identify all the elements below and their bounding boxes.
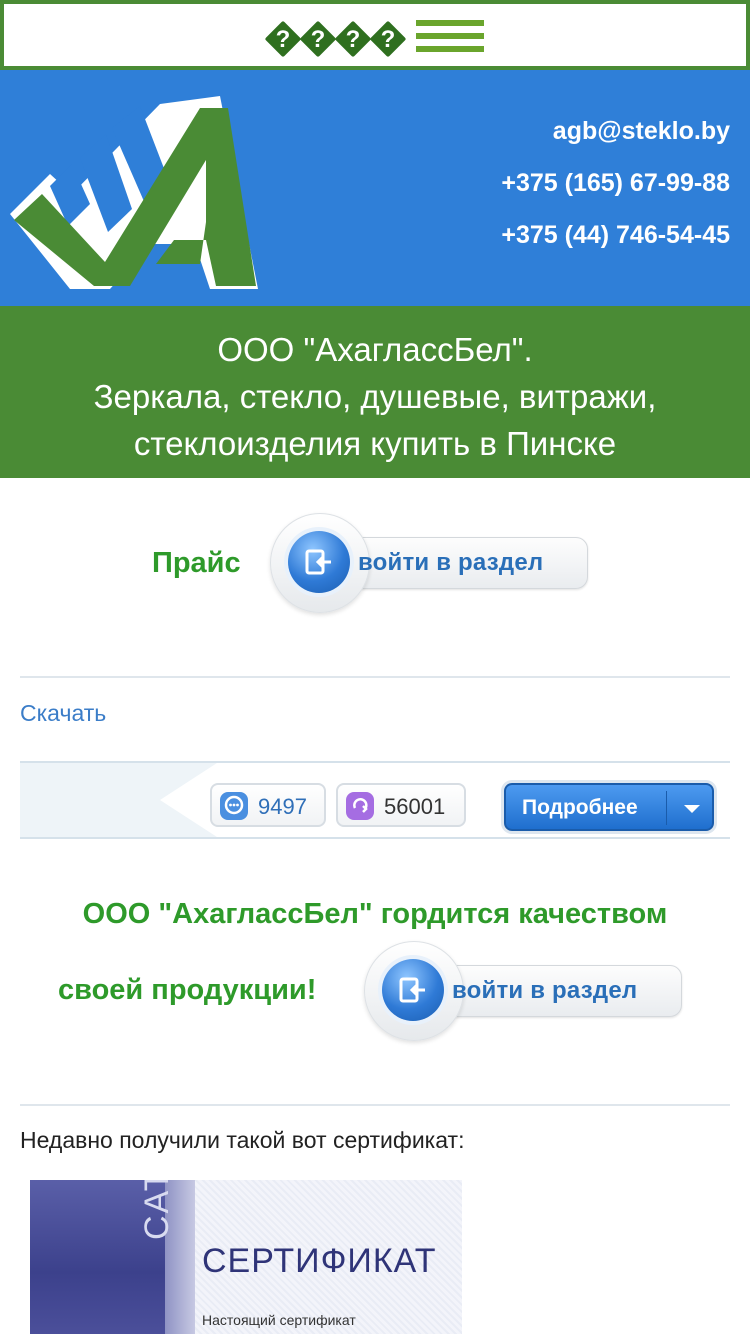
share-bar: 9497 56001 Подробнее — [20, 761, 730, 839]
title-line-3: стеклоизделия купить в Пинске — [133, 425, 617, 462]
certificate-image[interactable]: CATE СЕРТИФИКАТ Настоящий сертификат — [30, 1180, 462, 1334]
unknown-glyph-icon: ? — [264, 20, 302, 58]
comment-icon — [220, 792, 248, 820]
contacts-block: agb@steklo.by +375 (165) 67-99-88 +375 (… — [501, 118, 730, 274]
title-line-1: ООО "АхагласcБел". — [217, 331, 533, 368]
phone-link-1[interactable]: +375 (165) 67-99-88 — [501, 170, 730, 196]
price-enter-button[interactable]: войти в раздел — [270, 513, 590, 613]
reposts-counter[interactable]: 56001 — [336, 783, 466, 827]
email-link[interactable]: agb@steklo.by — [501, 118, 730, 144]
price-label: Прайс — [152, 547, 241, 579]
certificate-intro: Недавно получили такой вот сертификат: — [20, 1127, 465, 1153]
certificate-title: СЕРТИФИКАТ — [202, 1242, 437, 1280]
quality-enter-button[interactable]: войти в раздел — [364, 941, 684, 1041]
unknown-glyph-icon: ? — [299, 20, 337, 58]
company-logo[interactable] — [10, 94, 260, 294]
enter-button-label: войти в раздел — [452, 977, 638, 1004]
chevron-down-icon[interactable] — [684, 805, 700, 813]
reposts-count: 56001 — [384, 794, 446, 819]
nav-glyphs: ? ? ? ? — [264, 20, 407, 58]
details-button[interactable]: Подробнее — [504, 783, 714, 831]
unknown-glyph-icon: ? — [334, 20, 372, 58]
quality-heading-line-2: своей продукции! — [58, 974, 317, 1006]
site-header: agb@steklo.by +375 (165) 67-99-88 +375 (… — [0, 70, 750, 306]
certificate-subtitle: Настоящий сертификат — [202, 1312, 356, 1328]
details-button-label: Подробнее — [522, 796, 638, 819]
phone-link-2[interactable]: +375 (44) 746-54-45 — [501, 222, 730, 248]
divider — [20, 676, 730, 678]
enter-arrow-icon — [382, 959, 444, 1021]
divider — [20, 1104, 730, 1106]
top-nav-bar: ? ? ? ? — [0, 0, 750, 70]
quality-heading: ООО "АхагласcБел" гордится качеством — [82, 898, 668, 930]
comments-count: 9497 — [258, 794, 307, 819]
page-title: ООО "АхагласcБел". Зеркала, стекло, душе… — [0, 306, 750, 478]
enter-button-label: войти в раздел — [358, 549, 544, 576]
hamburger-icon[interactable] — [416, 20, 484, 56]
unknown-glyph-icon: ? — [369, 20, 407, 58]
certificate-side-text: CATE — [138, 1180, 176, 1240]
enter-arrow-icon — [288, 531, 350, 593]
download-link[interactable]: Скачать — [20, 700, 106, 727]
comments-counter[interactable]: 9497 — [210, 783, 326, 827]
title-line-2: Зеркала, стекло, душевые, витражи, — [93, 378, 657, 415]
repost-icon — [346, 792, 374, 820]
